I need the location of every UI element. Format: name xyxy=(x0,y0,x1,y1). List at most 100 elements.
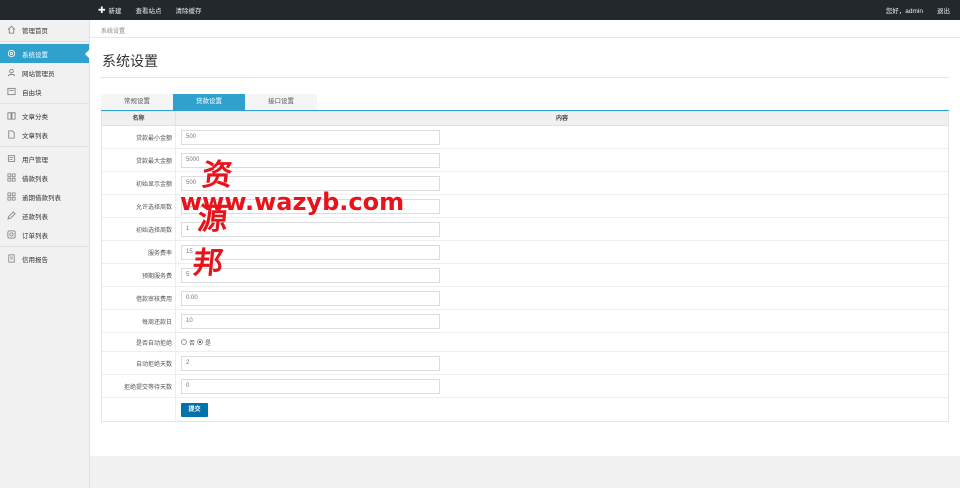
sidebar-item-label: 系统设置 xyxy=(22,51,48,59)
main-content: 系统设置 系统设置 常规设置 贷款设置 接口设置 名称 内容 贷款最小金额 50… xyxy=(90,20,960,456)
user-icon xyxy=(6,68,16,78)
tab-loan-settings[interactable]: 贷款设置 xyxy=(173,94,245,110)
top-bar: ✚ 新建 查看站点 清除缓存 您好，admin 退出 xyxy=(0,0,960,20)
sidebar-item-label: 订单列表 xyxy=(22,232,48,240)
home-icon xyxy=(6,25,16,35)
sidebar-item-loan-list[interactable]: 借款列表 xyxy=(0,168,89,187)
sidebar-item-dashboard[interactable]: 管理首页 xyxy=(0,20,89,39)
sidebar-item-article-category[interactable]: 文章分类 xyxy=(0,106,89,125)
grid-icon xyxy=(6,192,16,202)
sidebar-item-order-list[interactable]: 订单列表 xyxy=(0,225,89,244)
sidebar-item-label: 网站管理员 xyxy=(22,70,55,78)
table-row: 每周还款日 10 xyxy=(102,310,948,333)
top-bar-user: 您好，admin 退出 xyxy=(886,0,950,20)
table-row: 贷款最大金额 5000 xyxy=(102,149,948,172)
sidebar-divider xyxy=(0,41,89,42)
min-loan-amount-input[interactable]: 500 xyxy=(181,129,440,145)
table-row: 允许选择周数 1,2,3,4 xyxy=(102,195,948,218)
order-icon xyxy=(6,230,16,240)
brand-area xyxy=(0,0,90,20)
table-row: 初始选择周数 1 xyxy=(102,218,948,241)
view-site-link[interactable]: 查看站点 xyxy=(136,5,162,15)
field-label: 服务费率 xyxy=(102,241,176,263)
sidebar-item-label: 文章分类 xyxy=(22,113,48,121)
table-row: 拒绝提交等待天数 0 xyxy=(102,375,948,398)
logout-link[interactable]: 退出 xyxy=(937,5,950,15)
new-label: 新建 xyxy=(108,8,122,15)
radio-yes-label: 是 xyxy=(205,340,212,347)
reject-wait-days-input[interactable]: 0 xyxy=(181,378,440,394)
table-row: 预期服务费 5 xyxy=(102,264,948,287)
users-icon xyxy=(6,154,16,164)
field-label: 初始显示金额 xyxy=(102,172,176,194)
radio-no-label: 否 xyxy=(189,340,196,347)
edit-icon xyxy=(6,211,16,221)
sidebar-item-label: 逾期借款列表 xyxy=(22,194,61,202)
sidebar-divider xyxy=(0,103,89,104)
user-greeting[interactable]: 您好，admin xyxy=(886,5,923,15)
expected-fee-input[interactable]: 5 xyxy=(181,267,440,283)
weekly-repay-day-input[interactable]: 10 xyxy=(181,313,440,329)
sidebar-item-label: 管理首页 xyxy=(22,27,48,35)
clear-cache-link[interactable]: 清除缓存 xyxy=(176,5,202,15)
plus-icon: ✚ xyxy=(98,4,106,15)
column-header-content: 内容 xyxy=(555,116,568,122)
settings-form-table: 名称 内容 贷款最小金额 500 贷款最大金额 5000 初始显示金额 500 … xyxy=(101,111,949,422)
sidebar-item-free-block[interactable]: 自由块 xyxy=(0,82,89,101)
sidebar-item-article-list[interactable]: 文章列表 xyxy=(0,125,89,144)
tab-api-settings[interactable]: 接口设置 xyxy=(245,94,317,110)
column-header-name: 名称 xyxy=(102,112,176,125)
submit-button[interactable]: 提交 xyxy=(181,402,208,417)
sidebar-divider xyxy=(0,146,89,147)
gear-icon xyxy=(6,49,16,59)
auto-reject-radio-group: 否 是 xyxy=(181,338,211,347)
block-icon xyxy=(6,87,16,97)
breadcrumb-divider xyxy=(90,37,960,38)
field-label: 自动拒绝天数 xyxy=(102,352,176,374)
sidebar-item-label: 文章列表 xyxy=(22,132,48,140)
field-label: 允许选择周数 xyxy=(102,195,176,217)
table-row: 自动拒绝天数 2 xyxy=(102,352,948,375)
table-row: 初始显示金额 500 xyxy=(102,172,948,195)
radio-no[interactable] xyxy=(181,339,187,345)
auto-reject-days-input[interactable]: 2 xyxy=(181,355,440,371)
field-label: 贷款最大金额 xyxy=(102,149,176,171)
table-row: 贷款最小金额 500 xyxy=(102,126,948,149)
sidebar: 管理首页 系统设置 网站管理员 自由块 文章分类 文章列表 用户管理 借款列表 … xyxy=(0,20,90,488)
book-icon xyxy=(6,111,16,121)
table-row: 是否自动拒绝 否 是 xyxy=(102,333,948,352)
submit-row: 提交 xyxy=(102,398,948,421)
field-label: 初始选择周数 xyxy=(102,218,176,240)
sidebar-item-credit-report[interactable]: 信用报告 xyxy=(0,249,89,268)
field-label: 借款审核费用 xyxy=(102,287,176,309)
initial-weeks-input[interactable]: 1 xyxy=(181,221,440,237)
sidebar-item-label: 用户管理 xyxy=(22,156,48,164)
field-label: 贷款最小金额 xyxy=(102,126,176,148)
page-title: 系统设置 xyxy=(102,53,158,69)
table-header: 名称 内容 xyxy=(102,112,948,126)
field-label: 每周还款日 xyxy=(102,310,176,332)
max-loan-amount-input[interactable]: 5000 xyxy=(181,152,440,168)
sidebar-divider xyxy=(0,246,89,247)
field-label: 是否自动拒绝 xyxy=(102,333,176,351)
allowed-weeks-input[interactable]: 1,2,3,4 xyxy=(181,198,440,214)
field-label: 拒绝提交等待天数 xyxy=(102,375,176,397)
sidebar-item-label: 自由块 xyxy=(22,89,42,97)
service-rate-input[interactable]: 15 xyxy=(181,244,440,260)
table-row: 借款审核费用 0.00 xyxy=(102,287,948,310)
new-button[interactable]: ✚ 新建 xyxy=(98,5,122,15)
sidebar-item-system-settings[interactable]: 系统设置 xyxy=(0,44,90,63)
sidebar-item-repayment-list[interactable]: 还款列表 xyxy=(0,206,89,225)
title-divider xyxy=(101,77,949,78)
settings-tabs: 常规设置 贷款设置 接口设置 xyxy=(101,94,317,110)
sidebar-item-label: 信用报告 xyxy=(22,256,48,264)
sidebar-item-admins[interactable]: 网站管理员 xyxy=(0,63,89,82)
initial-amount-input[interactable]: 500 xyxy=(181,175,440,191)
sidebar-item-overdue-loan-list[interactable]: 逾期借款列表 xyxy=(0,187,89,206)
sidebar-item-user-management[interactable]: 用户管理 xyxy=(0,149,89,168)
document-icon xyxy=(6,130,16,140)
top-bar-links: ✚ 新建 查看站点 清除缓存 xyxy=(98,0,202,20)
review-fee-input[interactable]: 0.00 xyxy=(181,290,440,306)
radio-yes[interactable] xyxy=(197,339,204,345)
tab-general-settings[interactable]: 常规设置 xyxy=(101,94,173,110)
